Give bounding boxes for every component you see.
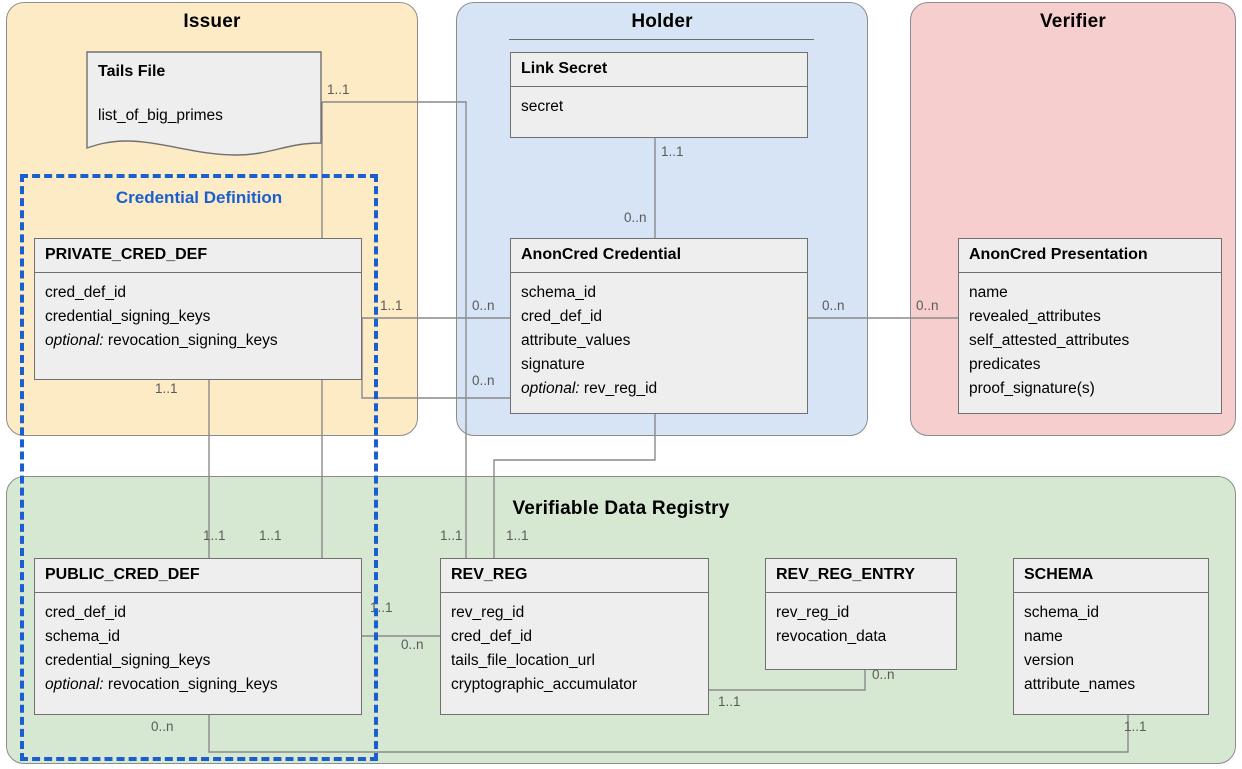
attribute-row: schema_id [521,284,596,302]
attribute-row: self_attested_attributes [969,332,1130,350]
attribute-row-optional: optional: revocation_signing_keys [45,329,351,353]
entity-link-secret-attributes: secret [511,87,807,128]
attribute-row: revocation_data [776,628,887,646]
multiplicity-linksecret-1-1: 1..1 [661,144,684,159]
entity-rev-reg-entry[interactable]: REV_REG_ENTRY rev_reg_id revocation_data [765,558,957,670]
multiplicity-revreg-to-tails: 1..1 [440,528,463,543]
multiplicity-schema-to-publiccreddef: 1..1 [1124,719,1147,734]
entity-private-cred-def[interactable]: PRIVATE_CRED_DEF cred_def_id credential_… [34,238,362,380]
multiplicity-credential-to-presentation: 0..n [822,298,845,313]
attribute-row: name [1024,628,1063,646]
optional-attribute: rev_reg_id [583,380,658,398]
multiplicity-revreg-to-revregentry: 1..1 [718,694,741,709]
entity-schema-attributes: schema_id name version attribute_names [1014,593,1208,706]
group-credential-definition-label: Credential Definition [115,188,283,207]
optional-attribute: revocation_signing_keys [107,676,278,694]
attribute-row: cred_def_id [451,628,533,646]
multiplicity-privatecreddef-1-1: 1..1 [380,298,403,313]
entity-rev-reg-name: REV_REG [441,559,708,594]
attribute-row: revealed_attributes [969,308,1101,326]
entity-rev-reg-entry-attributes: rev_reg_id revocation_data [766,593,956,658]
multiplicity-credential-to-linksecret: 0..n [624,210,647,225]
attribute-row: cred_def_id [45,604,127,622]
entity-anoncred-presentation-attributes: name revealed_attributes self_attested_a… [959,273,1221,410]
attribute-row: signature [521,356,585,374]
attribute-row: credential_signing_keys [45,308,211,326]
attribute-row: tails_file_location_url [451,652,595,670]
attribute-row: predicates [969,356,1041,374]
multiplicity-presentation-to-credential: 0..n [916,298,939,313]
attribute-row: cred_def_id [521,308,603,326]
attribute-row: rev_reg_id [776,604,850,622]
attribute-row: name [969,284,1008,302]
entity-anoncred-presentation[interactable]: AnonCred Presentation name revealed_attr… [958,238,1222,414]
entity-private-cred-def-attributes: cred_def_id credential_signing_keys opti… [35,273,361,362]
entity-rev-reg-attributes: rev_reg_id cred_def_id tails_file_locati… [441,593,708,706]
entity-link-secret-name: Link Secret [511,53,807,88]
entity-anoncred-presentation-name: AnonCred Presentation [959,239,1221,274]
attribute-row: secret [521,98,564,116]
optional-prefix: optional: [521,380,580,398]
attribute-row-optional: optional: revocation_signing_keys [45,673,351,697]
attribute-row: schema_id [1024,604,1099,622]
multiplicity-credential-to-revreg: 0..n [472,373,495,388]
entity-public-cred-def-name: PUBLIC_CRED_DEF [35,559,361,594]
multiplicity-revreg-to-credential: 1..1 [506,528,529,543]
entity-private-cred-def-name: PRIVATE_CRED_DEF [35,239,361,274]
entity-tails-file[interactable]: Tails File list_of_big_primes [86,51,322,156]
entity-rev-reg-entry-name: REV_REG_ENTRY [766,559,956,594]
multiplicity-tails-to-revreg: 1..1 [327,82,350,97]
entity-anoncred-credential-name: AnonCred Credential [511,239,807,274]
entity-public-cred-def[interactable]: PUBLIC_CRED_DEF cred_def_id schema_id cr… [34,558,362,715]
entity-tails-file-name: Tails File [98,63,166,80]
multiplicity-revreg-to-publiccreddef: 0..n [401,637,424,652]
attribute-row-optional: optional: rev_reg_id [521,377,797,401]
entity-schema[interactable]: SCHEMA schema_id name version attribute_… [1013,558,1209,715]
entity-public-cred-def-attributes: cred_def_id schema_id credential_signing… [35,593,361,706]
entity-schema-name: SCHEMA [1014,559,1208,594]
attribute-row: attribute_values [521,332,631,350]
entity-rev-reg[interactable]: REV_REG rev_reg_id cred_def_id tails_fil… [440,558,709,715]
optional-prefix: optional: [45,332,104,350]
attribute-row: proof_signature(s) [969,380,1095,398]
entity-tails-file-attribute-0: list_of_big_primes [98,107,223,124]
optional-attribute: revocation_signing_keys [107,332,278,350]
attribute-row: credential_signing_keys [45,652,211,670]
multiplicity-credential-to-privatecreddef: 0..n [472,298,495,313]
attribute-row: rev_reg_id [451,604,525,622]
attribute-row: attribute_names [1024,676,1136,694]
attribute-row: cryptographic_accumulator [451,676,638,694]
attribute-row: schema_id [45,628,120,646]
attribute-row: version [1024,652,1074,670]
entity-anoncred-credential-attributes: schema_id cred_def_id attribute_values s… [511,273,807,410]
entity-link-secret[interactable]: Link Secret secret [510,52,808,138]
attribute-row: cred_def_id [45,284,127,302]
diagram-canvas: Issuer Holder Verifier Verifiable Data R… [0,0,1242,769]
entity-anoncred-credential[interactable]: AnonCred Credential schema_id cred_def_i… [510,238,808,414]
optional-prefix: optional: [45,676,104,694]
